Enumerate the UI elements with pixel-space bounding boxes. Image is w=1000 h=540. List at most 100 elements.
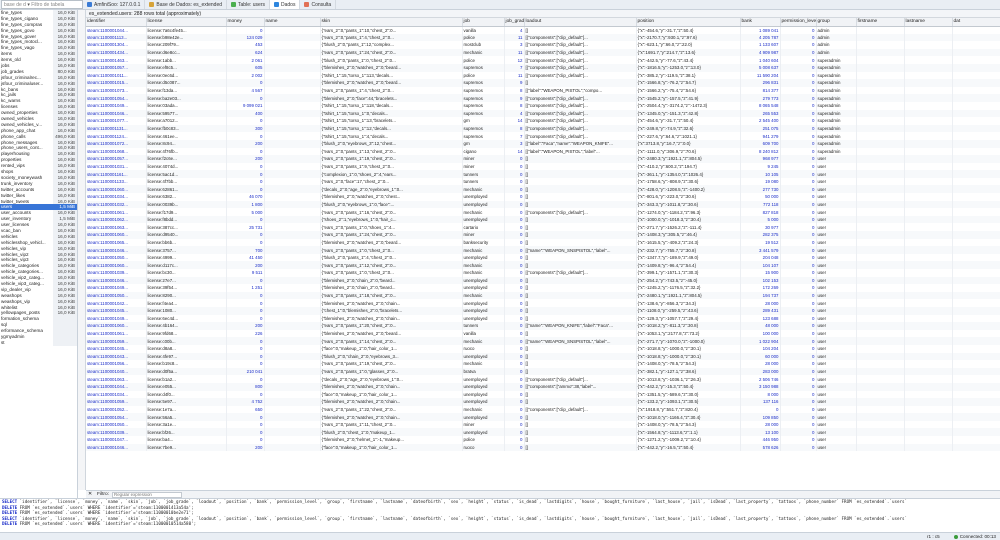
table-cell[interactable] xyxy=(904,322,953,330)
table-cell[interactable]: license:8290... xyxy=(146,291,227,300)
table-cell[interactable] xyxy=(856,337,905,345)
table-cell[interactable]: license:387cc... xyxy=(146,223,227,232)
table-cell[interactable] xyxy=(952,56,1000,64)
table-cell[interactable] xyxy=(904,344,953,353)
table-cell[interactable]: [] xyxy=(524,360,637,368)
table-cell[interactable]: 30 977 xyxy=(740,223,781,232)
table-cell[interactable]: steam:1100001032... xyxy=(86,200,147,209)
table-cell[interactable]: 8 xyxy=(504,101,525,110)
table-cell[interactable]: steam:1100001304... xyxy=(86,41,147,49)
table-cell[interactable]: 0 xyxy=(226,276,265,285)
table-cell[interactable]: [] xyxy=(524,26,637,34)
table-row[interactable]: steam:1100001054... license:56a5... 0 {"ble… xyxy=(86,413,1000,421)
table-cell[interactable]: 0 xyxy=(780,200,817,209)
table-cell[interactable]: grn xyxy=(462,117,505,125)
table-cell[interactable] xyxy=(904,124,953,133)
table-cell[interactable] xyxy=(856,48,905,57)
table-row[interactable]: steam:1100001044... license:e055... 800 {"b… xyxy=(86,382,1000,391)
table-cell[interactable]: {"x":-442.2,"y":-16.5,"z":50.4} xyxy=(636,443,741,452)
table-cell[interactable]: user xyxy=(816,405,857,414)
table-cell[interactable]: 7 xyxy=(504,63,525,72)
table-row[interactable]: steam:1100001047... license:ba4... 0 {"blem… xyxy=(86,436,1000,444)
table-cell[interactable]: {"ears_2":0,"pants_1":11,"chest_2":0... xyxy=(320,420,463,429)
table-cell[interactable]: 1 040 604 xyxy=(740,56,781,64)
table-cell[interactable]: {"face":0,"makeup_1":0,"hair_color_1... xyxy=(320,443,463,452)
table-cell[interactable]: 0 xyxy=(780,360,817,368)
table-cell[interactable]: mechanic xyxy=(462,185,505,194)
table-cell[interactable] xyxy=(264,299,321,307)
table-cell[interactable] xyxy=(952,177,1000,186)
table-cell[interactable] xyxy=(952,193,1000,201)
table-cell[interactable] xyxy=(264,314,321,323)
table-cell[interactable]: [] xyxy=(524,253,637,262)
table-cell[interactable]: user xyxy=(816,420,857,429)
sidebar-item[interactable]: st xyxy=(0,339,77,346)
table-cell[interactable] xyxy=(952,360,1000,368)
table-cell[interactable] xyxy=(904,26,953,34)
table-cell[interactable]: user xyxy=(816,253,857,262)
table-cell[interactable]: 800 xyxy=(226,382,265,391)
table-row[interactable]: steam:1100001060... license:d117c... 200 {"… xyxy=(86,261,1000,269)
table-cell[interactable]: 124 029 xyxy=(226,33,265,42)
table-cell[interactable]: {"x":-1053.1,"y":2177.8,"z":73.2} xyxy=(636,329,741,338)
table-cell[interactable]: {"blemishes_2":0,"watches_2":0,"beard... xyxy=(320,329,463,338)
table-cell[interactable]: ruoco xyxy=(462,344,505,353)
table-cell[interactable]: license:461ee... xyxy=(146,132,227,140)
table-cell[interactable] xyxy=(952,124,1000,133)
table-cell[interactable]: 5 000 xyxy=(226,208,265,216)
table-cell[interactable] xyxy=(904,238,953,247)
table-cell[interactable] xyxy=(264,360,321,368)
table-cell[interactable] xyxy=(904,428,953,437)
table-cell[interactable]: 0 xyxy=(504,322,525,330)
table-cell[interactable] xyxy=(856,436,905,444)
table-cell[interactable] xyxy=(856,162,905,171)
table-cell[interactable]: 19 512 xyxy=(740,238,781,247)
table-cell[interactable] xyxy=(904,276,953,285)
table-cell[interactable] xyxy=(856,291,905,300)
table-cell[interactable]: user xyxy=(816,352,857,361)
table-cell[interactable]: {"blush_2":0,"pants_1":4,"chest_2":0... xyxy=(320,253,463,262)
table-row[interactable]: steam:1100001044... license:7a6c4fe45... 0… xyxy=(86,26,1000,34)
table-cell[interactable]: 251 075 xyxy=(740,124,781,133)
table-cell[interactable]: user xyxy=(816,170,857,178)
query-log[interactable]: SELECT `identifier`, `license`, `money`,… xyxy=(0,498,1000,532)
table-cell[interactable]: steam:1100001049... xyxy=(86,284,147,292)
table-cell[interactable]: unemployed xyxy=(462,413,505,421)
table-cell[interactable]: user xyxy=(816,261,857,269)
table-cell[interactable]: superadmin xyxy=(816,147,857,156)
table-cell[interactable]: 0 xyxy=(780,390,817,399)
table-cell[interactable] xyxy=(856,155,905,163)
table-cell[interactable]: mechanic xyxy=(462,269,505,277)
table-cell[interactable]: bratva xyxy=(462,367,505,376)
table-cell[interactable]: 194 737 xyxy=(740,291,781,300)
table-cell[interactable]: unemployed xyxy=(462,200,505,209)
table-cell[interactable]: {"blemishes_2":0,"watches_2":0,"chain... xyxy=(320,398,463,406)
table-cell[interactable] xyxy=(952,344,1000,353)
table-cell[interactable] xyxy=(904,139,953,148)
table-row[interactable]: steam:1100001056... license:b19c8... 0 {"ea… xyxy=(86,360,1000,368)
table-cell[interactable]: {"x":-254.2,"y":-743.5,"z":-45.0} xyxy=(636,276,741,285)
table-cell[interactable]: 0 xyxy=(780,223,817,232)
table-cell[interactable]: [] xyxy=(524,352,637,361)
table-cell[interactable]: 0 xyxy=(780,208,817,216)
table-cell[interactable]: 296 831 xyxy=(740,79,781,87)
table-cell[interactable] xyxy=(856,322,905,330)
table-cell[interactable] xyxy=(264,306,321,315)
table-row[interactable]: steam:1100001046... license:3757... 700 {"e… xyxy=(86,246,1000,254)
table-cell[interactable]: steam:1100001031... xyxy=(86,162,147,171)
table-cell[interactable] xyxy=(264,162,321,171)
table-cell[interactable]: 279 773 xyxy=(740,94,781,102)
table-cell[interactable] xyxy=(952,314,1000,323)
table-row[interactable]: steam:1100001050... license:3a1e... 0 {"ear… xyxy=(86,420,1000,429)
table-cell[interactable] xyxy=(904,56,953,64)
table-cell[interactable] xyxy=(856,33,905,42)
table-cell[interactable]: 0 xyxy=(504,215,525,224)
table-cell[interactable]: license:27e7... xyxy=(146,276,227,285)
table-cell[interactable]: supremos xyxy=(462,101,505,110)
table-row[interactable]: steam:1100001072... license:8c94... 200 {"b… xyxy=(86,139,1000,148)
table-cell[interactable] xyxy=(952,231,1000,239)
table-cell[interactable]: license:d5c087... xyxy=(146,79,227,87)
column-header[interactable]: name xyxy=(264,18,321,27)
table-cell[interactable]: {"ears_2":0,"pants_1":4,"chest_2":0... xyxy=(320,33,463,42)
table-cell[interactable]: 0 xyxy=(504,231,525,239)
